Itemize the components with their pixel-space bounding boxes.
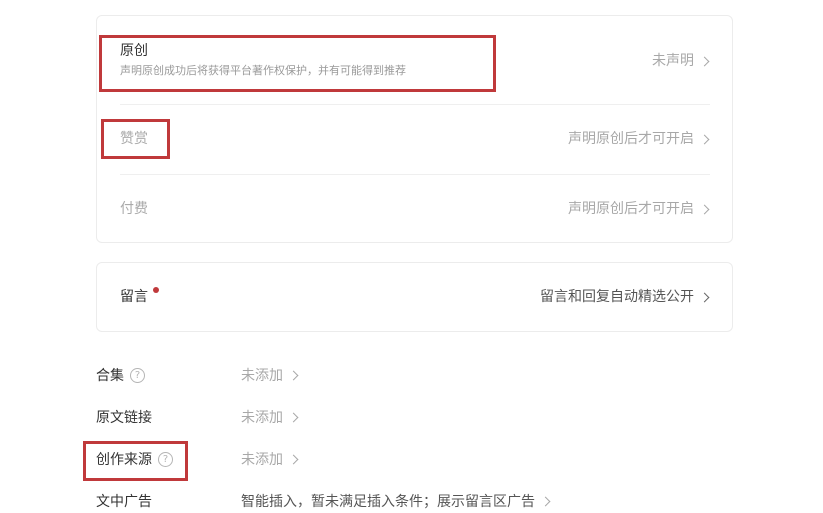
creation-source-label-wrap: 创作来源 ? bbox=[96, 449, 173, 469]
source-link-row[interactable]: 原文链接 未添加 bbox=[96, 406, 299, 428]
original-status[interactable]: 未声明 bbox=[652, 52, 710, 70]
paid-status-label: 声明原创后才可开启 bbox=[568, 201, 694, 217]
original-title: 原创 bbox=[120, 43, 148, 59]
reward-title: 赞赏 bbox=[120, 131, 148, 147]
original-settings-card: 原创 声明原创成功后将获得平台著作权保护，并有可能得到推荐 未声明 赞赏 声明原… bbox=[96, 15, 733, 243]
comment-title: 留言 bbox=[120, 289, 148, 305]
collection-row[interactable]: 合集 ? 未添加 bbox=[96, 364, 299, 386]
collection-value-label: 未添加 bbox=[241, 368, 283, 384]
source-link-value[interactable]: 未添加 bbox=[241, 407, 299, 427]
comment-settings-card[interactable]: 留言 留言和回复自动精选公开 bbox=[96, 262, 733, 332]
in-article-ad-row[interactable]: 文中广告 智能插入，暂未满足插入条件；展示留言区广告 bbox=[96, 490, 551, 512]
original-description: 声明原创成功后将获得平台著作权保护，并有可能得到推荐 bbox=[120, 64, 406, 77]
source-link-label: 原文链接 bbox=[96, 410, 152, 426]
help-icon[interactable]: ? bbox=[158, 451, 173, 467]
reward-status-label: 声明原创后才可开启 bbox=[568, 131, 694, 147]
in-article-ad-label: 文中广告 bbox=[96, 494, 152, 510]
in-article-ad-label-wrap: 文中广告 bbox=[96, 491, 152, 511]
chevron-right-icon bbox=[540, 496, 551, 506]
in-article-ad-value[interactable]: 智能插入，暂未满足插入条件；展示留言区广告 bbox=[241, 491, 551, 511]
collection-value[interactable]: 未添加 bbox=[241, 365, 299, 385]
creation-source-label: 创作来源 bbox=[96, 452, 152, 468]
notification-dot bbox=[153, 287, 159, 293]
chevron-right-icon bbox=[288, 454, 299, 464]
source-link-value-label: 未添加 bbox=[241, 410, 283, 426]
paid-status[interactable]: 声明原创后才可开启 bbox=[568, 200, 710, 218]
creation-source-row[interactable]: 创作来源 ? 未添加 bbox=[96, 448, 299, 470]
creation-source-value[interactable]: 未添加 bbox=[241, 449, 299, 469]
collection-label: 合集 bbox=[96, 368, 124, 384]
reward-status[interactable]: 声明原创后才可开启 bbox=[568, 130, 710, 148]
chevron-right-icon bbox=[288, 370, 299, 380]
in-article-ad-value-label: 智能插入，暂未满足插入条件；展示留言区广告 bbox=[241, 494, 535, 510]
paid-title: 付费 bbox=[120, 201, 148, 217]
chevron-right-icon bbox=[699, 56, 710, 66]
original-status-label: 未声明 bbox=[652, 53, 694, 69]
paid-row[interactable]: 付费 声明原创后才可开启 bbox=[97, 175, 732, 242]
chevron-right-icon bbox=[699, 204, 710, 214]
creation-source-value-label: 未添加 bbox=[241, 452, 283, 468]
source-link-label-wrap: 原文链接 bbox=[96, 407, 152, 427]
chevron-right-icon bbox=[699, 292, 710, 302]
comment-status[interactable]: 留言和回复自动精选公开 bbox=[540, 288, 710, 306]
chevron-right-icon bbox=[699, 134, 710, 144]
reward-row[interactable]: 赞赏 声明原创后才可开启 bbox=[97, 105, 732, 175]
collection-label-wrap: 合集 ? bbox=[96, 365, 145, 385]
comment-status-label: 留言和回复自动精选公开 bbox=[540, 289, 694, 305]
article-settings-page: 原创 声明原创成功后将获得平台著作权保护，并有可能得到推荐 未声明 赞赏 声明原… bbox=[0, 0, 823, 513]
original-row[interactable]: 原创 声明原创成功后将获得平台著作权保护，并有可能得到推荐 未声明 bbox=[97, 16, 732, 104]
chevron-right-icon bbox=[288, 412, 299, 422]
help-icon[interactable]: ? bbox=[130, 367, 145, 383]
